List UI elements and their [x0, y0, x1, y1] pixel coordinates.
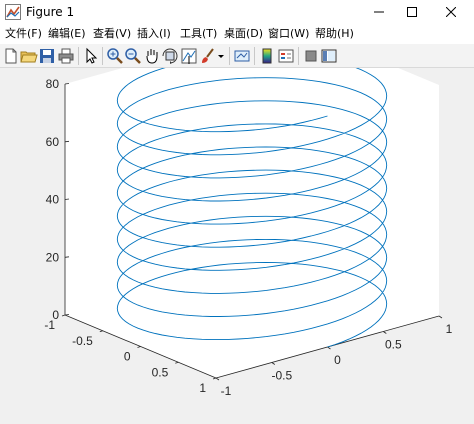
- data-cursor-icon[interactable]: [180, 47, 198, 65]
- menu-help[interactable]: 帮助(H): [315, 24, 354, 44]
- axes-3d[interactable]: 020406080-1-0.500.5110.50-0.5-1: [0, 22, 474, 420]
- z-tick: [64, 256, 70, 258]
- menu-file[interactable]: 文件(F): [5, 24, 42, 44]
- menu-view[interactable]: 查看(V): [93, 24, 131, 44]
- x-tick: [271, 362, 276, 365]
- zoom-in-icon[interactable]: [106, 47, 124, 65]
- y-tick-label: -1: [44, 318, 55, 332]
- z-tick: [64, 83, 70, 85]
- z-tick-label: 40: [46, 193, 60, 207]
- menu-window[interactable]: 窗口(W): [268, 24, 309, 44]
- y-tick: [61, 314, 66, 317]
- menu-insert[interactable]: 插入(I): [137, 24, 171, 44]
- menu-bar: 文件(F) 编辑(E) 查看(V) 插入(I) 工具(T) 桌面(D) 窗口(W…: [0, 24, 474, 44]
- brush-dropdown-icon[interactable]: [216, 47, 226, 65]
- brush-icon[interactable]: [199, 47, 217, 65]
- menu-tools[interactable]: 工具(T): [180, 24, 217, 44]
- y-tick-label: 0: [124, 350, 131, 364]
- toolbar-separator: [229, 47, 230, 65]
- y-tick: [137, 346, 141, 348]
- y-tick-label: 1: [199, 381, 206, 395]
- toolbar-separator: [78, 47, 79, 65]
- show-plot-tools-icon[interactable]: [320, 47, 338, 65]
- x-tick: [383, 331, 387, 334]
- menu-edit[interactable]: 编辑(E): [48, 24, 86, 44]
- save-icon[interactable]: [38, 47, 56, 65]
- link-plot-icon[interactable]: [233, 47, 251, 65]
- print-icon[interactable]: [57, 47, 75, 65]
- x-tick-label: 0: [334, 353, 341, 367]
- x-tick-label: 0.5: [385, 338, 402, 352]
- zoom-out-icon[interactable]: [124, 47, 142, 65]
- z-tick-label: 20: [46, 250, 60, 264]
- insert-colorbar-icon[interactable]: [258, 47, 276, 65]
- x-tick-label: -1: [221, 384, 232, 398]
- z-tick-label: 60: [46, 135, 60, 149]
- x-tick-label: -0.5: [271, 369, 292, 383]
- title-bar: Figure 1: [0, 0, 474, 24]
- x-tick-label: 1: [446, 322, 453, 336]
- hide-plot-tools-icon[interactable]: [302, 47, 320, 65]
- figure-toolbar: [0, 44, 474, 68]
- open-file-icon[interactable]: [20, 47, 38, 65]
- window-title: Figure 1: [26, 5, 75, 19]
- toolbar-separator: [254, 47, 255, 65]
- y-tick: [99, 330, 103, 333]
- minimize-icon: [374, 11, 384, 13]
- y-tick-label: 0.5: [152, 365, 169, 379]
- rotate-3d-icon[interactable]: [161, 47, 179, 65]
- close-icon: [446, 7, 456, 17]
- x-tick: [215, 377, 220, 381]
- matlab-figure-icon: [5, 4, 21, 20]
- z-tick: [64, 198, 70, 200]
- y-tick-label: -0.5: [72, 334, 93, 348]
- insert-legend-icon[interactable]: [277, 47, 295, 65]
- new-figure-icon[interactable]: [2, 47, 20, 65]
- z-tick-label: 80: [46, 77, 60, 91]
- y-tick: [175, 361, 179, 364]
- z-tick: [64, 140, 70, 143]
- maximize-icon: [407, 7, 417, 17]
- edit-plot-arrow-icon[interactable]: [82, 47, 100, 65]
- pan-hand-icon[interactable]: [143, 47, 161, 65]
- toolbar-separator: [298, 47, 299, 65]
- close-button[interactable]: [428, 0, 474, 24]
- figure-canvas[interactable]: 0 20 40 60 80 -1 -0.5 0 0.5 1 1 0.5 0 -0.5 -1: [0, 22, 474, 420]
- x-tick: [438, 315, 443, 319]
- menu-desktop[interactable]: 桌面(D): [224, 24, 263, 44]
- toolbar-separator: [102, 47, 103, 65]
- y-tick: [212, 377, 217, 380]
- z-tick: [64, 314, 70, 316]
